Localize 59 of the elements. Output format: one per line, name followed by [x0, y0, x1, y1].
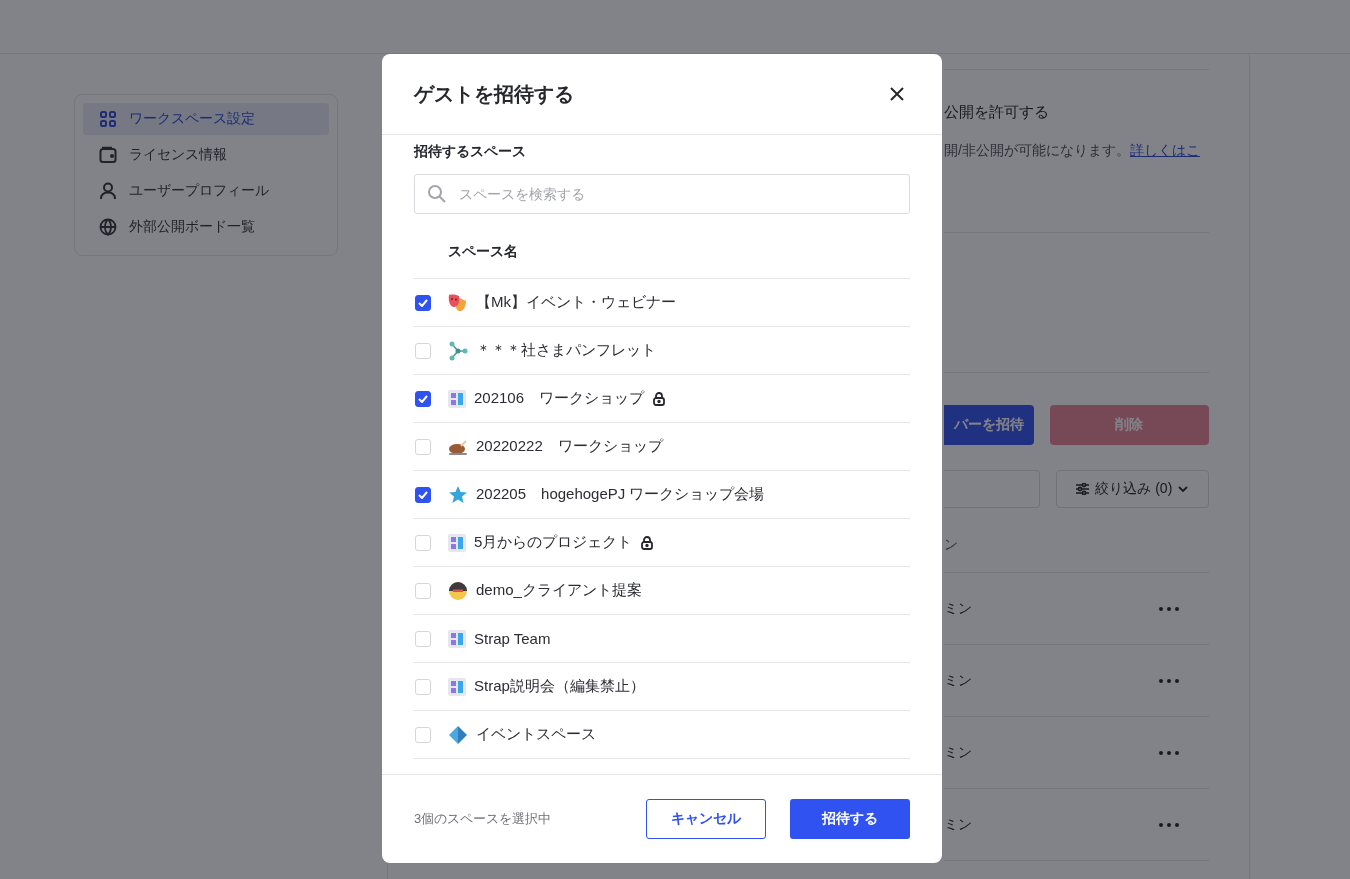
sliders-icon	[1076, 483, 1090, 495]
space-name: Strap説明会（編集禁止）	[474, 677, 645, 696]
column-header: ン	[944, 536, 958, 552]
role-cell: ミン	[944, 743, 972, 762]
board-icon	[448, 389, 466, 408]
wallet-icon	[99, 146, 117, 164]
pyramid-icon	[448, 724, 468, 745]
dialog-title: ゲストを招待する	[414, 81, 574, 107]
more-icon[interactable]	[1159, 606, 1179, 611]
chevron-down-icon	[1178, 486, 1189, 492]
role-cell: ミン	[944, 599, 972, 618]
space-name: イベントスペース	[476, 725, 596, 744]
sidebar-item[interactable]: ユーザープロフィール	[83, 175, 329, 207]
checkbox[interactable]	[415, 294, 431, 311]
filter-button[interactable]: 絞り込み (0)	[1055, 470, 1209, 508]
role-cell: ミン	[944, 671, 972, 690]
invite-button[interactable]: 招待する	[790, 799, 910, 839]
sidebar-item[interactable]: ワークスペース設定	[83, 103, 329, 135]
section-label: 招待するスペース	[414, 143, 527, 161]
close-button[interactable]	[888, 85, 906, 103]
sidebar-item[interactable]: ライセンス情報	[83, 139, 329, 171]
masks-icon	[448, 292, 468, 313]
checkmark-icon	[418, 394, 428, 403]
learn-more-link[interactable]: 詳しくはこ	[1129, 142, 1200, 158]
avatar-icon	[448, 580, 468, 601]
globe-icon	[99, 218, 117, 236]
grid-icon	[99, 110, 117, 128]
checkmark-icon	[418, 298, 428, 307]
space-name: 202106 ワークショップ	[474, 389, 645, 408]
space-search-field[interactable]: スペースを検索する	[414, 174, 910, 214]
board-icon	[448, 677, 466, 696]
selection-count: 3個のスペースを選択中	[414, 810, 553, 828]
nodes-icon	[448, 340, 468, 361]
board-icon	[448, 629, 466, 648]
checkmark-icon	[418, 490, 428, 499]
space-name: 202205 hogehogePJ ワークショップ会場	[476, 485, 765, 504]
more-icon[interactable]	[1159, 678, 1179, 683]
space-name: 【Mk】イベント・ウェビナー	[476, 293, 676, 312]
checkbox[interactable]	[415, 486, 431, 503]
board-icon	[448, 533, 466, 552]
column-header: スペース名	[448, 243, 518, 261]
person-icon	[99, 182, 117, 200]
setting-description: 開/非公開が可能になります。	[944, 142, 1130, 158]
sidebar-item[interactable]: 外部公開ボード一覧	[83, 211, 329, 243]
space-name: 5月からのプロジェクト	[474, 533, 633, 552]
space-name: demo_クライアント提案	[476, 581, 642, 600]
cancel-button[interactable]: キャンセル	[646, 799, 766, 839]
space-name: 20220222 ワークショップ	[476, 437, 663, 456]
space-name: ＊＊＊社さまパンフレット	[476, 341, 656, 360]
star-icon	[448, 484, 468, 505]
setting-title: 公開を許可する	[944, 103, 1050, 122]
checkbox[interactable]	[415, 390, 431, 407]
role-cell: ミン	[944, 815, 972, 834]
close-icon	[888, 85, 906, 103]
search-icon	[427, 184, 447, 204]
invite-member-button[interactable]: バーを招待	[944, 405, 1034, 445]
more-icon[interactable]	[1159, 822, 1179, 827]
more-icon[interactable]	[1159, 750, 1179, 755]
space-name: Strap Team	[474, 630, 551, 647]
